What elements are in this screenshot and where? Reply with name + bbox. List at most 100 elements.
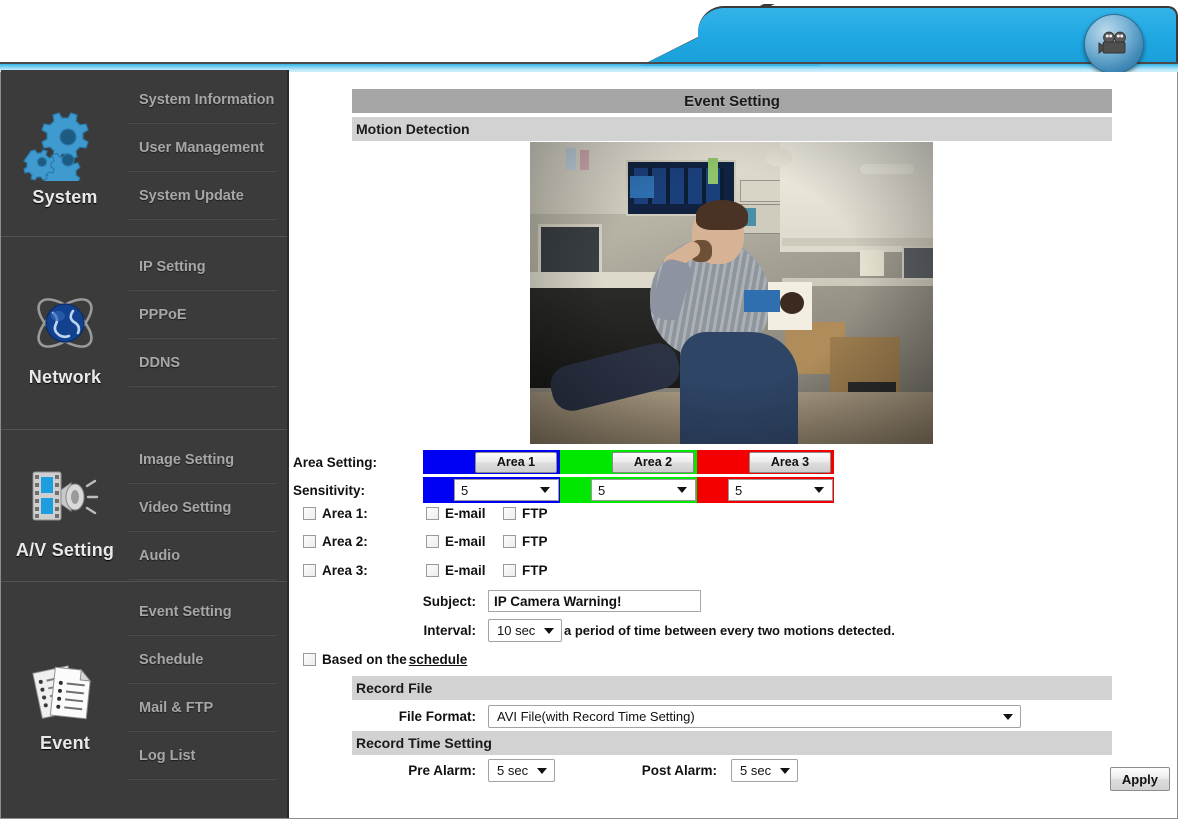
file-format-value: AVI File(with Record Time Setting) [497, 709, 695, 724]
chevron-down-icon [537, 767, 547, 774]
file-format-label: File Format: [398, 709, 476, 724]
sidebar-item-pppoe[interactable]: PPPoE [129, 291, 277, 339]
section-header-record-time-setting: Record Time Setting [352, 731, 1112, 755]
area-3-button[interactable]: Area 3 [749, 451, 831, 473]
sidebar-group-title: Event [39, 732, 91, 753]
area-1-email-label: E-mail [445, 506, 486, 521]
area-1-email-checkbox[interactable] [426, 507, 439, 520]
area-1-ftp-label: FTP [522, 506, 548, 521]
area-2-button[interactable]: Area 2 [612, 451, 694, 473]
post-alarm-label: Post Alarm: [641, 763, 717, 778]
sidebar-item-image-setting[interactable]: Image Setting [129, 436, 277, 484]
based-on-schedule-checkbox[interactable] [303, 653, 316, 666]
sidebar-group-av-setting: A/V Setting Image Setting Video Setting … [1, 429, 287, 581]
sidebar-item-system-update[interactable]: System Update [129, 172, 277, 220]
interval-row: Interval: 10 sec a period of time betwee… [291, 619, 895, 642]
area-2-ftp-checkbox[interactable] [503, 535, 516, 548]
sidebar-group-title: System [32, 186, 98, 207]
interval-value: 10 sec [497, 623, 536, 638]
sidebar-item-audio[interactable]: Audio [129, 532, 277, 580]
area-2-label: Area 2: [322, 534, 368, 549]
area-3-email-label: E-mail [445, 563, 486, 578]
apply-button[interactable]: Apply [1109, 767, 1170, 791]
area-1-checkbox[interactable] [303, 507, 316, 520]
sensitivity-select-2[interactable]: 5 [591, 479, 696, 501]
sensitivity-cell-1: 5 [423, 477, 560, 503]
sidebar-item-video-setting[interactable]: Video Setting [129, 484, 277, 532]
interval-select[interactable]: 10 sec [488, 619, 562, 642]
area-3-ftp-checkbox[interactable] [503, 564, 516, 577]
sensitivity-value-1: 5 [461, 482, 469, 498]
area-2-ftp-label: FTP [522, 534, 548, 549]
area-2-email-checkbox[interactable] [426, 535, 439, 548]
area-2-notify-row: Area 2: E-mail FTP [303, 534, 548, 549]
sidebar-group-av-iconcol: A/V Setting [1, 430, 129, 586]
chevron-down-icon [677, 487, 687, 493]
film-speaker-icon [32, 471, 99, 520]
area-2-checkbox[interactable] [303, 535, 316, 548]
area-cell-3: Area 3 [697, 450, 834, 474]
post-alarm-value: 5 sec [740, 763, 772, 778]
area-2-email-label: E-mail [445, 534, 486, 549]
sidebar-item-mail-ftp[interactable]: Mail & FTP [129, 684, 277, 732]
area-3-notify-row: Area 3: E-mail FTP [303, 563, 548, 578]
camera-preview[interactable] [530, 142, 933, 444]
subject-row: Subject: [291, 590, 701, 612]
sensitivity-cell-3: 5 [697, 477, 834, 503]
file-format-select[interactable]: AVI File(with Record Time Setting) [488, 705, 1021, 728]
area-1-label: Area 1: [322, 506, 368, 521]
sensitivity-select-1[interactable]: 5 [454, 479, 559, 501]
area-cell-1: Area 1 [423, 450, 560, 474]
pre-alarm-value: 5 sec [497, 763, 529, 778]
schedule-link[interactable]: schedule [409, 652, 468, 667]
subject-input[interactable] [488, 590, 701, 612]
chevron-down-icon [544, 627, 554, 634]
sidebar-group-event-iconcol: Event [1, 582, 129, 820]
post-alarm-select[interactable]: 5 sec [731, 759, 798, 782]
page-header [0, 0, 1178, 72]
sensitivity-select-3[interactable]: 5 [728, 479, 833, 501]
sensitivity-value-3: 5 [735, 482, 743, 498]
globe-network-icon [37, 298, 93, 348]
area-setting-row: Area Setting: Area 1 Area 2 Area 3 [291, 450, 834, 474]
area-1-ftp-checkbox[interactable] [503, 507, 516, 520]
alarm-row: Pre Alarm: 5 sec Post Alarm: 5 sec [291, 759, 798, 782]
preview-vignette [530, 142, 933, 444]
sidebar-group-network: Network IP Setting PPPoE DDNS [1, 236, 287, 429]
sidebar-item-log-list[interactable]: Log List [129, 732, 277, 780]
pre-alarm-select[interactable]: 5 sec [488, 759, 555, 782]
chevron-down-icon [1003, 713, 1013, 720]
sidebar-item-ip-setting[interactable]: IP Setting [129, 243, 277, 291]
area-1-button[interactable]: Area 1 [475, 451, 557, 473]
movie-camera-icon [1084, 14, 1144, 72]
area-setting-label: Area Setting: [293, 454, 378, 470]
chevron-down-icon [814, 487, 824, 493]
sidebar-item-system-information[interactable]: System Information [129, 76, 277, 124]
sidebar: System System Information User Managemen… [1, 70, 289, 818]
area-cell-2: Area 2 [560, 450, 697, 474]
area-3-email-checkbox[interactable] [426, 564, 439, 577]
sensitivity-cell-2: 5 [560, 477, 697, 503]
sidebar-item-event-setting[interactable]: Event Setting [129, 588, 277, 636]
sensitivity-label: Sensitivity: [293, 482, 366, 498]
sidebar-group-event-items: Event Setting Schedule Mail & FTP Log Li… [129, 582, 287, 820]
sidebar-group-event: Event Event Setting Schedule Mail & FTP … [1, 581, 287, 815]
pre-alarm-label: Pre Alarm: [408, 763, 476, 778]
area-3-checkbox[interactable] [303, 564, 316, 577]
sidebar-group-network-items: IP Setting PPPoE DDNS [129, 237, 287, 434]
area-3-ftp-label: FTP [522, 563, 548, 578]
sidebar-group-title: Network [28, 367, 102, 387]
file-format-row: File Format: AVI File(with Record Time S… [291, 705, 1021, 728]
chevron-down-icon [540, 487, 550, 493]
sidebar-item-user-management[interactable]: User Management [129, 124, 277, 172]
sensitivity-strip: 5 5 5 [423, 477, 834, 503]
sidebar-item-schedule[interactable]: Schedule [129, 636, 277, 684]
interval-hint: a period of time between every two motio… [564, 623, 895, 638]
chevron-down-icon [780, 767, 790, 774]
area-1-notify-row: Area 1: E-mail FTP [303, 506, 548, 521]
based-on-schedule-text: Based on the [322, 652, 407, 667]
sensitivity-row: Sensitivity: 5 5 5 [291, 477, 834, 503]
sensitivity-value-2: 5 [598, 482, 606, 498]
section-header-motion-detection: Motion Detection [352, 117, 1112, 141]
sidebar-item-ddns[interactable]: DDNS [129, 339, 277, 387]
